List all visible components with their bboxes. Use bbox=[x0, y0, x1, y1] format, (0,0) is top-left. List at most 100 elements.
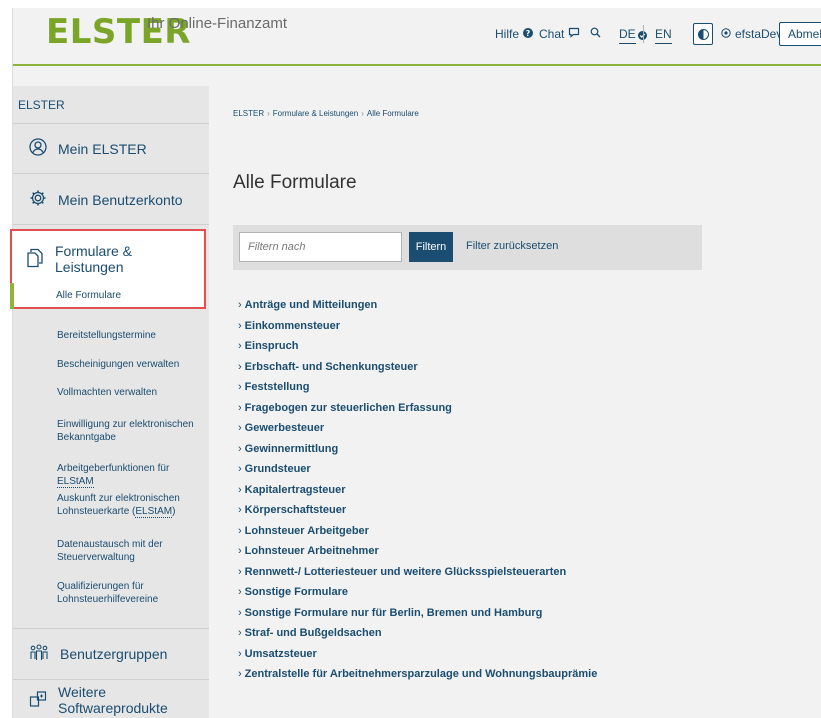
user-name: efstaDev bbox=[735, 27, 783, 41]
sidebar-item-benutzerkonto[interactable]: Mein Benutzerkonto bbox=[13, 175, 209, 225]
form-category-link[interactable]: › Erbschaft- und Schenkungsteuer bbox=[238, 359, 597, 380]
sidebar-sub-bereitstellungstermine[interactable]: Bereitstellungstermine bbox=[57, 329, 197, 342]
form-category-link[interactable]: › Einspruch bbox=[238, 338, 597, 359]
page-title: Alle Formulare bbox=[233, 172, 357, 193]
form-category-label: Sonstige Formulare nur für Berlin, Breme… bbox=[244, 606, 543, 619]
form-category-link[interactable]: › Feststellung bbox=[238, 379, 597, 400]
form-category-link[interactable]: › Anträge und Mitteilungen bbox=[238, 297, 597, 318]
chevron-right-icon: › bbox=[238, 545, 242, 557]
chevron-right-icon: › bbox=[238, 586, 242, 598]
user-icon bbox=[721, 27, 731, 41]
chevron-right-icon: › bbox=[238, 627, 242, 639]
chevron-right-icon: › bbox=[238, 360, 242, 373]
logout-button[interactable]: Abmelden bbox=[779, 22, 821, 46]
form-category-link[interactable]: › Lohnsteuer Arbeitnehmer bbox=[238, 543, 597, 564]
sidebar-sub-vollmachten[interactable]: Vollmachten verwalten bbox=[57, 386, 197, 399]
form-category-label: Lohnsteuer Arbeitnehmer bbox=[244, 545, 379, 557]
form-category-link[interactable]: › Zentralstelle für Arbeitnehmersparzulag… bbox=[238, 666, 597, 687]
sidebar-sub-qualifizierungen[interactable]: Qualifizierungen für Lohnsteuerhilfevere… bbox=[57, 580, 197, 606]
user-circle-icon bbox=[29, 138, 47, 159]
sidebar-sub-einwilligung[interactable]: Einwilligung zur elektronischen Bekanntg… bbox=[57, 418, 197, 444]
form-category-link[interactable]: › Gewerbesteuer bbox=[238, 420, 597, 441]
contrast-icon bbox=[697, 28, 709, 40]
sidebar-item-softwareprodukte[interactable]: Weitere Softwareprodukte bbox=[13, 680, 209, 718]
sidebar-item-label: Mein Benutzerkonto bbox=[58, 191, 183, 208]
form-category-link[interactable]: › Einkommensteuer bbox=[238, 318, 597, 339]
form-category-label: Umsatzsteuer bbox=[244, 647, 317, 660]
chevron-right-icon: › bbox=[238, 422, 242, 434]
form-category-link[interactable]: › Umsatzsteuer bbox=[238, 646, 597, 667]
chat-label: Chat bbox=[539, 27, 565, 41]
sidebar-sub-arbeitgeberfunktionen[interactable]: Arbeitgeberfunktionen für ELStAM bbox=[57, 462, 197, 488]
form-category-label: Einspruch bbox=[244, 340, 299, 352]
form-category-link[interactable]: › Grundsteuer bbox=[238, 461, 597, 482]
sidebar-item-mein-elster[interactable]: Mein ELSTER bbox=[13, 124, 209, 174]
help-label: Hilfe bbox=[495, 27, 520, 41]
sidebar-item-label: Benutzergruppen bbox=[60, 646, 168, 662]
search-button[interactable] bbox=[590, 27, 601, 41]
header: ELSTER Ihr Online-Finanzamt Hilfe ? Chat… bbox=[13, 8, 821, 66]
sidebar-item-label: Weitere Softwareprodukte bbox=[58, 684, 168, 716]
chevron-right-icon: › bbox=[238, 401, 242, 414]
form-category-label: Körperschaftsteuer bbox=[244, 504, 347, 516]
user-link[interactable]: efstaDev bbox=[721, 27, 782, 41]
breadcrumb-item[interactable]: ELSTER bbox=[233, 109, 264, 118]
chevron-right-icon: › bbox=[238, 606, 242, 619]
tagline: Ihr Online-Finanzamt bbox=[147, 15, 288, 32]
chevron-right-icon: › bbox=[238, 524, 242, 537]
sidebar-sub-auskunft[interactable]: Auskunft zur elektronischen Lohnsteuerka… bbox=[57, 492, 197, 518]
form-category-link[interactable]: › Sonstige Formulare bbox=[238, 584, 597, 605]
help-link[interactable]: Hilfe ? bbox=[495, 27, 534, 41]
lang-divider bbox=[643, 25, 644, 43]
sub-label-post: ) bbox=[172, 506, 176, 517]
users-group-icon bbox=[29, 643, 49, 665]
form-category-link[interactable]: › Kapitalertragsteuer bbox=[238, 482, 597, 503]
sidebar-item-label: Mein ELSTER bbox=[58, 140, 147, 157]
documents-icon bbox=[26, 248, 44, 271]
form-category-link[interactable]: › Fragebogen zur steuerlichen Erfassung bbox=[238, 400, 597, 421]
form-category-link[interactable]: › Rennwett-/ Lotteriesteuer und weitere G… bbox=[238, 564, 597, 585]
chevron-right-icon: › bbox=[238, 340, 242, 352]
chevron-right-icon: › bbox=[238, 565, 242, 578]
chevron-right-icon: › bbox=[238, 483, 242, 496]
form-category-label: Grundsteuer bbox=[244, 463, 311, 475]
form-category-link[interactable]: › Körperschaftsteuer bbox=[238, 502, 597, 523]
sidebar: ELSTER Mein ELSTER Mein Benutzerkonto Be… bbox=[13, 86, 209, 718]
sub-label-pre: Arbeitgeberfunktionen für bbox=[57, 463, 170, 474]
form-category-label: Gewerbesteuer bbox=[244, 422, 325, 434]
gear-icon bbox=[29, 189, 47, 210]
filter-button[interactable]: Filtern bbox=[409, 232, 453, 262]
forms-list: › Anträge und Mitteilungen › Einkommensteue… bbox=[238, 297, 597, 687]
form-category-link[interactable]: › Gewinnermittlung bbox=[238, 441, 597, 462]
breadcrumb-item[interactable]: Formulare & Leistungen bbox=[273, 109, 358, 118]
sidebar-item-benutzergruppen[interactable]: Benutzergruppen bbox=[13, 628, 209, 680]
filter-input[interactable]: Filtern nach bbox=[239, 232, 402, 262]
form-category-label: Kapitalertragsteuer bbox=[244, 483, 346, 496]
form-category-label: Zentralstelle für Arbeitnehmersparzulage… bbox=[244, 668, 598, 680]
question-icon: ? bbox=[523, 27, 534, 41]
sidebar-home-link[interactable]: ELSTER bbox=[13, 86, 209, 124]
sidebar-sub-datenaustausch[interactable]: Datenaustausch mit der Steuerverwaltung bbox=[57, 538, 197, 564]
form-category-label: Einkommensteuer bbox=[244, 319, 341, 332]
chat-bubble-icon bbox=[568, 27, 580, 41]
form-category-link[interactable]: › Lohnsteuer Arbeitgeber bbox=[238, 523, 597, 544]
lang-en-link[interactable]: EN bbox=[655, 27, 672, 44]
form-category-label: Anträge und Mitteilungen bbox=[244, 299, 378, 311]
sidebar-sub-bescheinigungen[interactable]: Bescheinigungen verwalten bbox=[57, 358, 197, 371]
chevron-right-icon: › bbox=[238, 319, 242, 332]
form-category-label: Straf- und Bußgeldsachen bbox=[244, 627, 382, 639]
sidebar-item-formulare[interactable]: Formulare & Leistungen bbox=[26, 243, 204, 275]
chevron-right-icon: › bbox=[238, 299, 242, 311]
sidebar-sub-alle-formulare[interactable]: Alle Formulare bbox=[56, 290, 121, 301]
chevron-right-icon: › bbox=[238, 442, 242, 455]
filter-bar: Filtern nach Filtern Filter zurücksetzen bbox=[233, 225, 702, 270]
form-category-label: Lohnsteuer Arbeitgeber bbox=[244, 524, 369, 537]
form-category-link[interactable]: › Sonstige Formulare nur für Berlin, Brem… bbox=[238, 605, 597, 626]
chat-link[interactable]: Chat bbox=[539, 27, 580, 41]
chevron-right-icon: › bbox=[238, 463, 242, 475]
contrast-toggle-button[interactable] bbox=[693, 23, 713, 45]
filter-reset-link[interactable]: Filter zurücksetzen bbox=[466, 240, 558, 252]
form-category-link[interactable]: › Straf- und Bußgeldsachen bbox=[238, 625, 597, 646]
form-category-label: Erbschaft- und Schenkungsteuer bbox=[244, 360, 418, 373]
breadcrumb-separator: › bbox=[267, 109, 270, 118]
